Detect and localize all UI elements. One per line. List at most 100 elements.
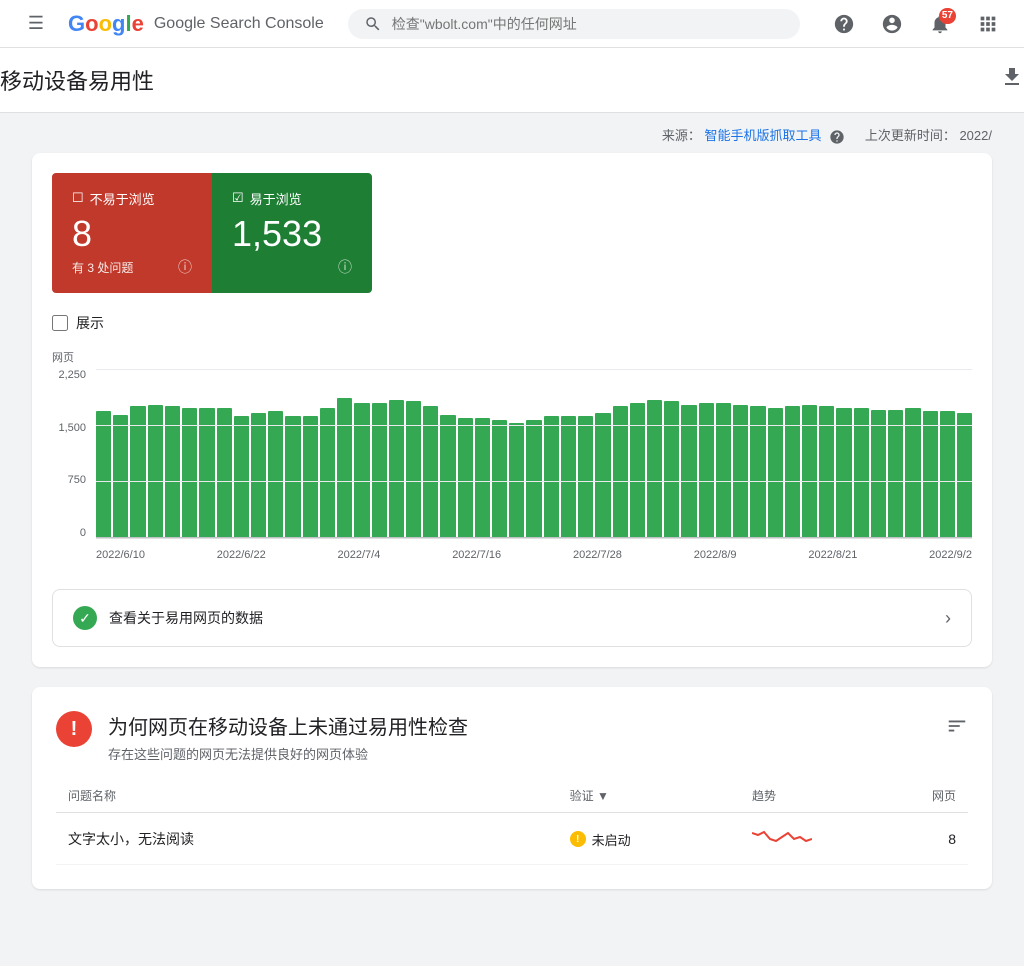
chart-bar[interactable]: [595, 413, 610, 538]
download-button[interactable]: [1000, 65, 1024, 95]
x-tick-2: 2022/7/4: [338, 549, 381, 561]
checkbox-label[interactable]: 展示: [76, 313, 104, 333]
chart-bar[interactable]: [836, 408, 851, 538]
chart-bar[interactable]: [182, 408, 197, 538]
chart-bar[interactable]: [217, 408, 232, 538]
chart-bar[interactable]: [613, 406, 628, 538]
header: ☰ Google Google Search Console 57: [0, 0, 1024, 48]
chart-bar[interactable]: [819, 406, 834, 538]
bad-status-label: 不易于浏览: [90, 189, 155, 208]
last-updated-label: 上次更新时间：: [865, 128, 956, 143]
hamburger-menu-button[interactable]: ☰: [16, 4, 56, 44]
chart-bar[interactable]: [768, 408, 783, 538]
account-button[interactable]: [872, 4, 912, 44]
bad-checkbox-icon: ☐: [72, 190, 84, 206]
display-checkbox[interactable]: [52, 315, 68, 331]
chart-bar[interactable]: [905, 408, 920, 538]
chart-bar[interactable]: [303, 416, 318, 538]
bad-sub: 有 3 处问题: [72, 259, 133, 276]
content-wrapper: 来源： 智能手机版抓取工具 上次更新时间： 2022/ ☐ 不易于浏览 8 有 …: [0, 113, 1024, 921]
chart-bar[interactable]: [165, 406, 180, 538]
logo-g: G: [68, 11, 85, 37]
notifications-button[interactable]: 57: [920, 4, 960, 44]
chart-bar[interactable]: [406, 401, 421, 538]
chart-bar[interactable]: [337, 398, 352, 538]
bad-help-icon[interactable]: ⓘ: [178, 257, 192, 277]
chart-bar[interactable]: [251, 413, 266, 538]
chart-bar[interactable]: [561, 416, 576, 538]
verify-dot: !: [570, 831, 586, 847]
logo: Google Google Search Console: [68, 11, 324, 37]
chart-bar[interactable]: [389, 400, 404, 539]
y-tick-750: 750: [68, 474, 86, 486]
chart-bar[interactable]: [957, 413, 972, 538]
chart-bar[interactable]: [130, 406, 145, 538]
col-header-verify[interactable]: 验证 ▼: [558, 779, 740, 813]
source-label: 来源：: [662, 128, 701, 143]
chart-bar[interactable]: [681, 405, 696, 539]
chevron-right-icon: ›: [945, 608, 951, 629]
chart-bar[interactable]: [785, 406, 800, 538]
help-button[interactable]: [824, 4, 864, 44]
good-status-header: ☑ 易于浏览: [232, 189, 352, 208]
issue-pages: 8: [877, 813, 968, 865]
chart-bar[interactable]: [699, 403, 714, 538]
page-title: 移动设备易用性: [0, 64, 154, 96]
header-left: ☰ Google Google Search Console: [16, 4, 324, 44]
chart-bar[interactable]: [664, 401, 679, 538]
chart-bar[interactable]: [113, 415, 128, 538]
error-circle: !: [56, 711, 92, 747]
issue-name: 文字太小，无法阅读: [56, 813, 558, 865]
chart-bar[interactable]: [458, 418, 473, 538]
filter-button[interactable]: [946, 715, 968, 740]
logo-g2: g: [112, 11, 125, 37]
chart-bar[interactable]: [647, 400, 662, 539]
bottom-header-text: 为何网页在移动设备上未通过易用性检查 存在这些问题的网页无法提供良好的网页体验: [108, 711, 468, 763]
chart-bar[interactable]: [199, 408, 214, 538]
chart-bar[interactable]: [578, 416, 593, 538]
search-bar[interactable]: [348, 9, 800, 39]
logo-o2: o: [99, 11, 112, 37]
chart-bar[interactable]: [234, 416, 249, 538]
search-input[interactable]: [392, 16, 784, 32]
apps-icon: [977, 13, 999, 35]
chart-bar[interactable]: [750, 406, 765, 538]
source-help-icon[interactable]: [829, 129, 845, 145]
chart-bar[interactable]: [888, 410, 903, 538]
chart-bar[interactable]: [923, 411, 938, 538]
chart-bar[interactable]: [440, 415, 455, 538]
chart-bar[interactable]: [630, 403, 645, 538]
bottom-subtitle: 存在这些问题的网页无法提供良好的网页体验: [108, 744, 468, 763]
chart-bar[interactable]: [475, 418, 490, 538]
easy-pages-link[interactable]: ✓ 查看关于易用网页的数据 ›: [52, 589, 972, 647]
verify-status: 未启动: [592, 830, 631, 849]
table-row[interactable]: 文字太小，无法阅读 ! 未启动 8: [56, 813, 968, 865]
app-title: Google Search Console: [154, 15, 324, 33]
good-help-icon[interactable]: ⓘ: [338, 257, 352, 277]
chart-bar[interactable]: [544, 416, 559, 538]
chart-bar[interactable]: [854, 408, 869, 538]
notification-badge: 57: [939, 8, 956, 24]
source-link[interactable]: 智能手机版抓取工具: [705, 128, 822, 143]
chart-bar[interactable]: [285, 416, 300, 538]
chart-bar[interactable]: [320, 408, 335, 538]
chart-bar[interactable]: [492, 420, 507, 538]
chart-bar[interactable]: [733, 405, 748, 539]
x-tick-4: 2022/7/28: [573, 549, 622, 561]
chart-bar[interactable]: [423, 406, 438, 538]
chart-bar[interactable]: [268, 411, 283, 538]
chart-bar[interactable]: [96, 411, 111, 538]
good-checkbox-icon: ☑: [232, 190, 244, 206]
x-tick-1: 2022/6/22: [217, 549, 266, 561]
chart-bar[interactable]: [509, 423, 524, 538]
apps-button[interactable]: [968, 4, 1008, 44]
chart-bar[interactable]: [372, 403, 387, 538]
chart-bar[interactable]: [526, 420, 541, 538]
chart-bar[interactable]: [802, 405, 817, 539]
chart-bar[interactable]: [940, 411, 955, 538]
chart-bar[interactable]: [716, 403, 731, 538]
chart-bars: [96, 369, 972, 538]
chart-bar[interactable]: [148, 405, 163, 539]
chart-bar[interactable]: [354, 403, 369, 538]
chart-bar[interactable]: [871, 410, 886, 538]
